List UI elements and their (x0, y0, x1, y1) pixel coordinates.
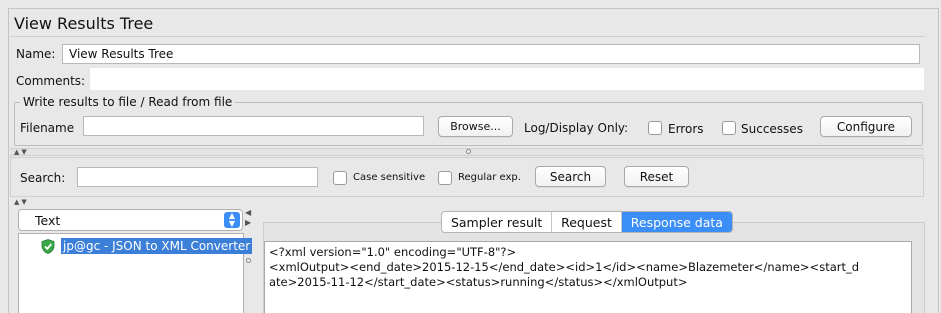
file-group-legend: Write results to file / Read from file (20, 95, 236, 109)
configure-button[interactable]: Configure (820, 116, 912, 137)
result-tabs: Sampler result Request Response data (441, 211, 733, 233)
name-field[interactable]: View Results Tree (62, 44, 920, 64)
errors-label: Errors (668, 122, 704, 136)
tree-item[interactable]: jp@gc - JSON to XML Converter (61, 238, 253, 254)
results-tree: jp@gc - JSON to XML Converter (18, 233, 253, 313)
successes-label: Successes (741, 122, 803, 136)
filename-label: Filename (20, 121, 75, 135)
success-shield-icon (41, 239, 55, 257)
tab-sampler-result[interactable]: Sampler result (442, 212, 553, 232)
splitter-arrows-icon[interactable]: ▲▼ (14, 148, 29, 156)
filename-input[interactable] (83, 116, 424, 136)
errors-checkbox[interactable] (648, 121, 662, 135)
name-label: Name: (16, 47, 56, 61)
case-sensitive-checkbox[interactable] (333, 171, 347, 185)
vertical-splitter-grip-icon[interactable] (246, 258, 251, 263)
splitter-grip-icon[interactable] (466, 149, 471, 154)
regular-exp-checkbox[interactable] (438, 171, 452, 185)
response-line: <xmlOutput><end_date>2015-12-15</end_dat… (269, 260, 860, 274)
log-display-label: Log/Display Only: (524, 121, 629, 135)
response-line: ate>2015-11-12</start_date><status>runni… (269, 275, 688, 289)
response-body[interactable]: <?xml version="1.0" encoding="UTF-8"?> <… (264, 241, 912, 313)
reset-button[interactable]: Reset (624, 166, 689, 187)
browse-button[interactable]: Browse... (438, 116, 513, 137)
search-input[interactable] (77, 167, 318, 187)
renderer-select[interactable]: Text ▲ ▼ (18, 209, 243, 231)
vertical-splitter-arrows-icon[interactable]: ◀ ▶ (245, 208, 251, 228)
tab-request[interactable]: Request (552, 212, 622, 232)
successes-checkbox[interactable] (722, 121, 736, 135)
title-divider (10, 36, 925, 37)
renderer-select-value: Text (35, 213, 61, 228)
comments-label: Comments: (16, 74, 86, 88)
tab-response-data[interactable]: Response data (621, 212, 732, 232)
lower-splitter-arrows-icon[interactable]: ▲▼ (14, 198, 29, 206)
page-title: View Results Tree (14, 14, 154, 33)
search-label: Search: (20, 171, 66, 185)
case-sensitive-label: Case sensitive (353, 172, 426, 183)
search-button[interactable]: Search (535, 166, 606, 187)
comments-field[interactable] (90, 68, 924, 90)
select-chevron-icon[interactable]: ▲ ▼ (224, 212, 240, 228)
response-line: <?xml version="1.0" encoding="UTF-8"?> (269, 245, 517, 259)
regular-exp-label: Regular exp. (458, 172, 521, 183)
